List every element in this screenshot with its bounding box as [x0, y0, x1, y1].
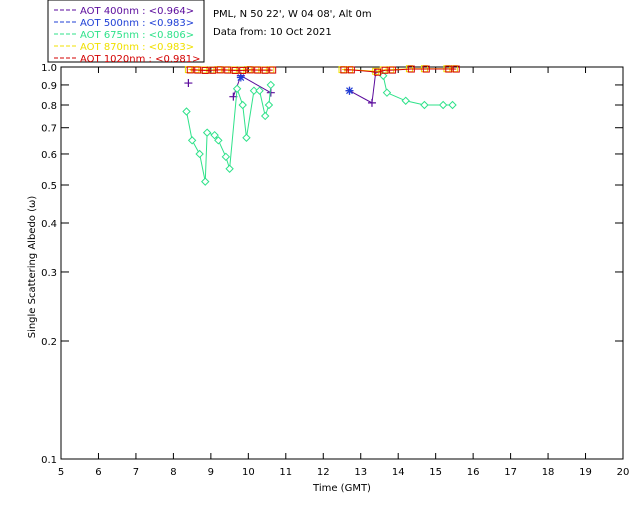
y-tick-label: 0.8	[41, 101, 57, 112]
date-info: Data from: 10 Oct 2021	[213, 27, 332, 38]
series-line-segment	[242, 104, 247, 138]
x-tick-label: 8	[170, 467, 176, 478]
data-point-diamond	[266, 80, 276, 90]
data-point-star	[345, 86, 354, 95]
data-point-diamond	[260, 111, 270, 121]
legend-label: AOT 500nm : <0.983>	[80, 18, 194, 29]
x-tick-label: 17	[504, 467, 517, 478]
site-info: PML, N 50 22', W 04 08', Alt 0m	[213, 9, 372, 20]
y-tick-label: 0.9	[41, 81, 57, 92]
series-line-segment	[245, 90, 255, 138]
x-tick-label: 5	[58, 467, 64, 478]
series-line-segment	[204, 132, 208, 182]
data-point-diamond	[195, 149, 204, 159]
x-tick-label: 18	[542, 467, 555, 478]
y-tick-label: 0.1	[41, 455, 57, 466]
y-tick-label: 1.0	[41, 63, 57, 74]
data-point-diamond	[225, 164, 234, 173]
series-line-segment	[186, 111, 193, 141]
x-tick-label: 20	[617, 467, 630, 478]
legend-label: AOT 400nm : <0.964>	[80, 6, 194, 17]
series-2	[182, 71, 457, 186]
data-point-diamond	[438, 100, 448, 110]
legend-label: AOT 870nm : <0.983>	[80, 42, 194, 53]
data-point-diamond	[232, 84, 242, 93]
x-tick-label: 16	[467, 467, 480, 478]
data-point-diamond	[201, 177, 210, 186]
y-tick-label: 0.6	[41, 150, 57, 161]
x-axis-label: Time (GMT)	[312, 483, 371, 494]
y-tick-label: 0.7	[41, 124, 57, 135]
x-tick-label: 11	[279, 467, 292, 478]
x-tick-label: 15	[429, 467, 442, 478]
legend-label: AOT 675nm : <0.806>	[80, 30, 194, 41]
plot-area	[60, 66, 624, 460]
data-point-diamond	[238, 100, 247, 110]
data-point-star	[236, 73, 245, 82]
x-tick-label: 10	[242, 467, 255, 478]
x-tick-label: 14	[392, 467, 405, 478]
series-line-segment	[242, 69, 251, 71]
x-tick-label: 6	[95, 467, 101, 478]
data-point-diamond	[221, 152, 231, 162]
legend: AOT 400nm : <0.964>AOT 500nm : <0.983>AO…	[47, 0, 205, 65]
sky-radiometer-chart: AOT 400nm : <0.964>AOT 500nm : <0.983>AO…	[27, 0, 629, 494]
axis-ticks: 5 6 7 8 9 10 11 12 13 14 15 16 17 18 19 20 0.1 0.2 0.3 0.4 0…	[41, 63, 629, 478]
x-tick-label: 9	[208, 467, 214, 478]
series-0	[184, 68, 380, 107]
data-point-diamond	[382, 88, 392, 97]
series-line-segment	[371, 72, 377, 103]
y-tick-label: 0.5	[41, 181, 57, 192]
y-tick-label: 0.2	[41, 337, 57, 348]
data-point-diamond	[448, 100, 457, 110]
x-tick-label: 19	[579, 467, 592, 478]
x-tick-label: 12	[317, 467, 330, 478]
data-point-plus	[184, 79, 193, 88]
series-line-segment	[229, 88, 238, 169]
legend-label: AOT 1020nm : <0.981>	[80, 54, 200, 65]
data-point-diamond	[242, 133, 251, 142]
y-axis-label: Single Scattering Albedo (ω)	[27, 196, 38, 339]
data-point-diamond	[202, 128, 212, 137]
series-line-segment	[199, 153, 206, 182]
y-tick-label: 0.3	[41, 268, 57, 279]
data-point-diamond	[264, 100, 274, 110]
data-point-diamond	[420, 100, 429, 110]
series-line-segment	[349, 90, 373, 104]
x-tick-label: 13	[354, 467, 367, 478]
y-tick-label: 0.4	[41, 219, 57, 230]
data-point-diamond	[182, 107, 191, 116]
data-point-diamond	[401, 96, 410, 105]
data-point-diamond	[187, 136, 197, 145]
series-line-segment	[259, 90, 266, 117]
series-layer	[182, 65, 460, 186]
x-tick-label: 7	[133, 467, 139, 478]
data-point-plus	[367, 98, 376, 107]
